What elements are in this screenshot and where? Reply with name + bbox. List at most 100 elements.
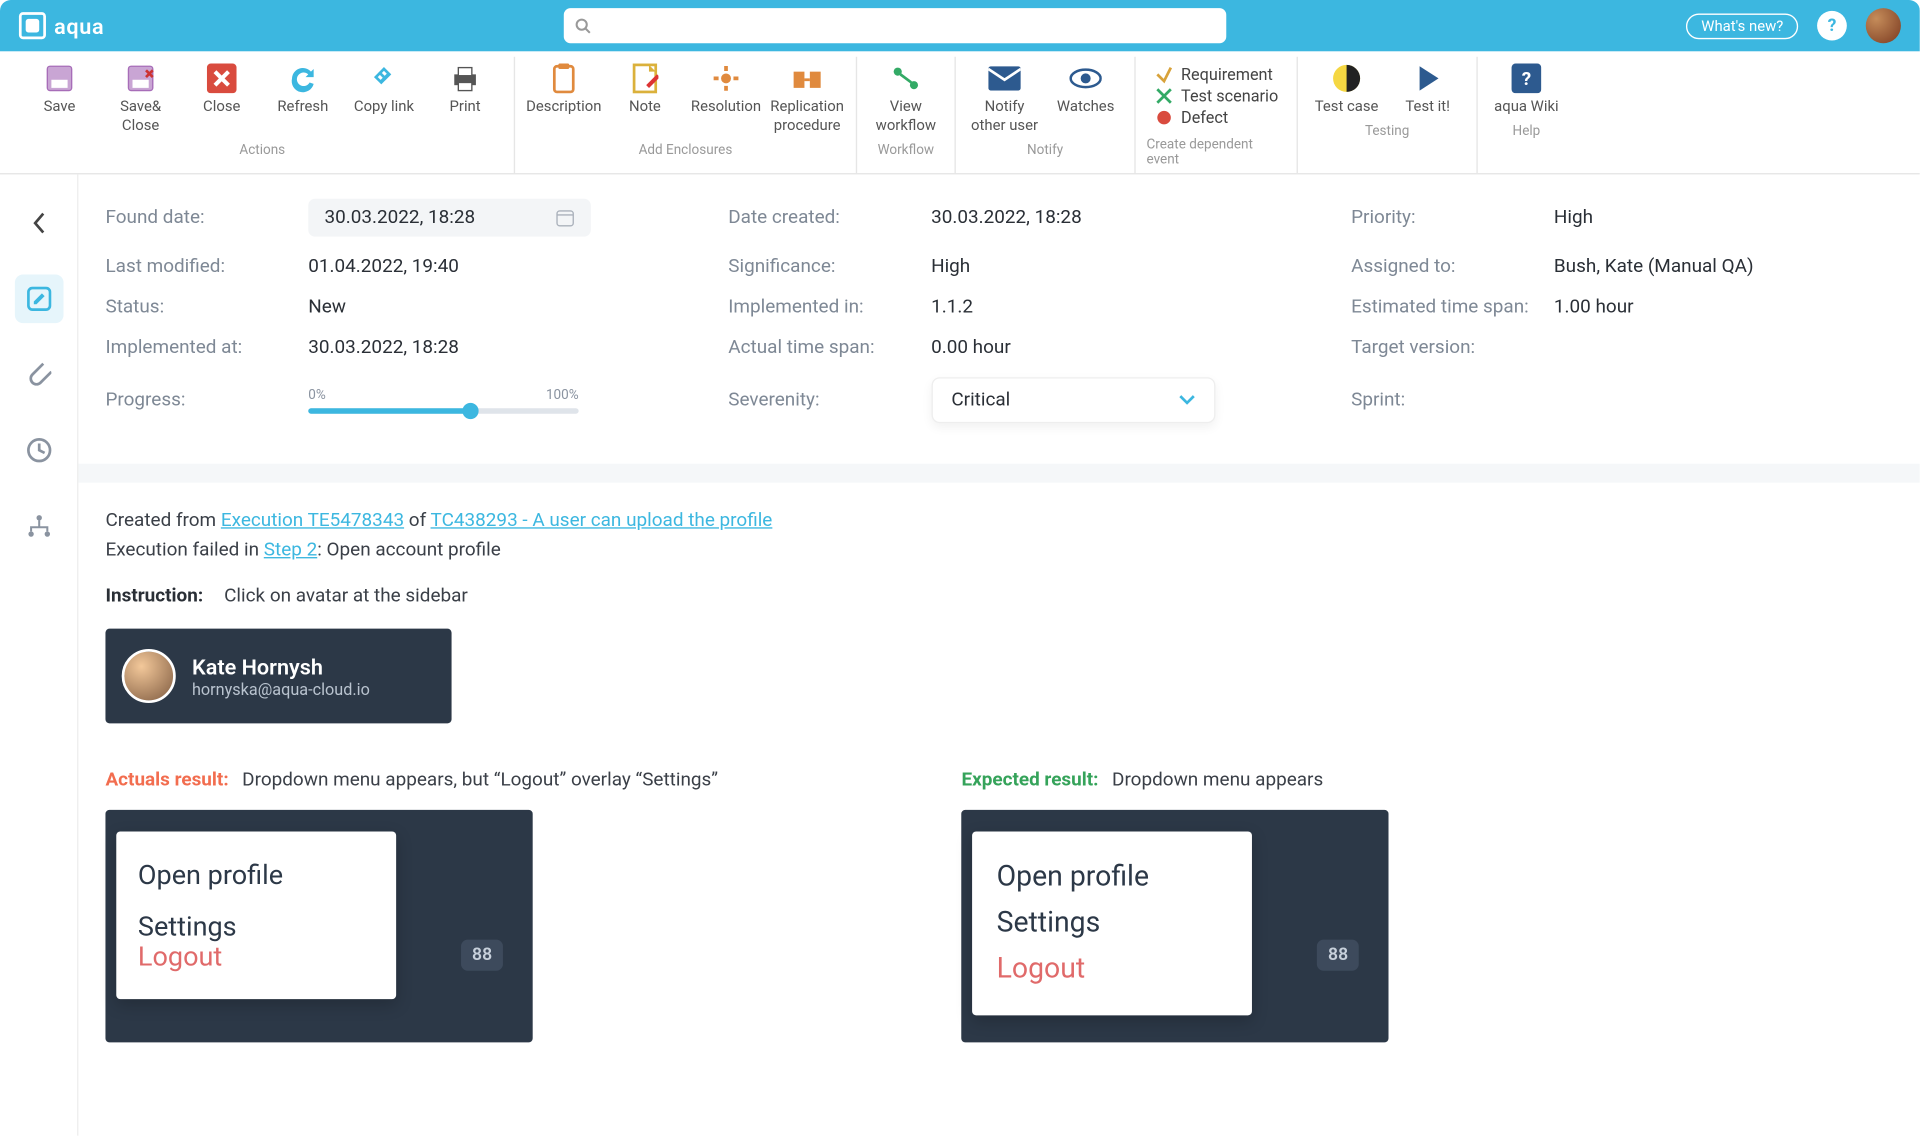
refresh-button[interactable]: Refresh <box>265 57 341 140</box>
whats-new-button[interactable]: What's new? <box>1686 13 1798 39</box>
snippet-name: Kate Hornysh <box>192 654 370 680</box>
view-workflow-button[interactable]: View workflow <box>868 57 944 140</box>
actual-dropdown-snippet: Open profile Settings Logout 88 <box>105 810 532 1043</box>
sprint-label: Sprint: <box>1351 389 1554 411</box>
svg-text:?: ? <box>1522 67 1531 90</box>
requirement-icon <box>1154 65 1173 84</box>
note-icon <box>629 62 661 94</box>
history-tab-icon[interactable] <box>14 426 63 475</box>
significance-value: High <box>931 256 970 278</box>
ribbon-group-enclosures: Description Note Resolution Replication … <box>515 57 857 173</box>
execution-info: Created from Execution TE5478343 of TC43… <box>105 510 1892 1043</box>
edit-tab-icon[interactable] <box>14 274 63 323</box>
instruction-label: Instruction: <box>105 585 203 607</box>
expected-dropdown-snippet: Open profile Settings Logout 88 <box>961 810 1388 1043</box>
chevron-down-icon <box>1178 395 1194 406</box>
logo-icon <box>19 12 46 39</box>
left-sidebar <box>0 174 78 1135</box>
brand-name: aqua <box>54 13 104 39</box>
target-version-label: Target version: <box>1351 337 1554 359</box>
replication-button[interactable]: Replication procedure <box>769 57 845 140</box>
ribbon-group-notify: Notify other user Watches Notify <box>956 57 1136 173</box>
found-date-label: Found date: <box>105 207 308 229</box>
gear-icon <box>710 62 742 94</box>
ribbon-toolbar: Save Save& Close Close Refresh Copy link… <box>0 51 1920 174</box>
status-label: Status: <box>105 296 308 318</box>
save-button[interactable]: Save <box>22 57 98 140</box>
severenity-select[interactable]: Critical <box>931 377 1215 423</box>
play-icon <box>1411 62 1443 94</box>
note-button[interactable]: Note <box>607 57 683 140</box>
expected-result-column: Expected result:Dropdown menu appears Op… <box>961 769 1388 1042</box>
snippet-email: hornyska@aqua-cloud.io <box>192 679 370 698</box>
dep-test-scenario[interactable]: Test scenario <box>1154 87 1278 106</box>
wiki-button[interactable]: ?aqua Wiki <box>1489 57 1565 122</box>
menu-settings: Settings <box>138 910 375 942</box>
actual-label: Actuals result: <box>105 769 228 791</box>
scenario-icon <box>1154 87 1173 106</box>
search-area <box>118 8 1673 43</box>
progress-min: 0% <box>308 387 326 402</box>
notify-user-button[interactable]: Notify other user <box>967 57 1043 140</box>
help-icon[interactable]: ? <box>1817 11 1847 41</box>
implemented-at-value: 30.03.2022, 18:28 <box>308 337 459 359</box>
workflow-icon <box>890 62 922 94</box>
priority-label: Priority: <box>1351 207 1554 229</box>
save-icon <box>43 62 75 94</box>
close-button[interactable]: Close <box>184 57 260 140</box>
save-close-button[interactable]: Save& Close <box>103 57 179 140</box>
print-icon <box>449 62 481 94</box>
brand-logo[interactable]: aqua <box>19 12 104 39</box>
progress-label: Progress: <box>105 389 308 411</box>
expected-label: Expected result: <box>961 769 1098 791</box>
significance-label: Significance: <box>728 256 931 278</box>
date-created-value: 30.03.2022, 18:28 <box>931 207 1082 229</box>
actual-text: Dropdown menu appears, but “Logout” over… <box>242 769 718 791</box>
attachments-tab-icon[interactable] <box>14 350 63 399</box>
user-avatar[interactable] <box>1866 8 1901 43</box>
snippet-avatar <box>122 649 176 703</box>
assigned-to-label: Assigned to: <box>1351 256 1554 278</box>
search-input[interactable] <box>564 8 1226 43</box>
priority-value: High <box>1554 207 1593 229</box>
last-modified-label: Last modified: <box>105 256 308 278</box>
envelope-icon <box>988 62 1020 94</box>
menu-logout: Logout <box>138 940 375 972</box>
menu-logout-2: Logout <box>997 953 1228 985</box>
test-case-button[interactable]: Test case <box>1309 57 1385 122</box>
date-created-label: Date created: <box>728 207 931 229</box>
test-it-button[interactable]: Test it! <box>1390 57 1466 122</box>
hierarchy-tab-icon[interactable] <box>14 502 63 551</box>
implemented-in-label: Implemented in: <box>728 296 931 318</box>
watches-button[interactable]: Watches <box>1048 57 1124 140</box>
execution-link[interactable]: Execution TE5478343 <box>221 510 404 532</box>
found-date-input[interactable]: 30.03.2022, 18:28 <box>308 199 591 237</box>
back-icon[interactable] <box>14 199 63 248</box>
implemented-at-label: Implemented at: <box>105 337 308 359</box>
copy-link-button[interactable]: Copy link <box>346 57 422 140</box>
step-link[interactable]: Step 2 <box>264 539 317 561</box>
clipboard-icon <box>548 62 580 94</box>
ribbon-group-testing: Test case Test it! Testing <box>1298 57 1478 173</box>
ribbon-group-actions: Save Save& Close Close Refresh Copy link… <box>11 57 515 173</box>
dep-defect[interactable]: Defect <box>1154 108 1278 127</box>
instruction-text: Click on avatar at the sidebar <box>224 585 468 607</box>
implemented-in-value: 1.1.2 <box>931 296 973 318</box>
wiki-icon: ? <box>1510 62 1542 94</box>
assigned-to-value: Bush, Kate (Manual QA) <box>1554 256 1754 278</box>
testcase-link[interactable]: TC438293 - A user can upload the profile <box>431 510 773 532</box>
actual-result-column: Actuals result: Dropdown menu appears, bu… <box>105 769 718 1042</box>
resolution-button[interactable]: Resolution <box>688 57 764 140</box>
eye-icon <box>1069 62 1101 94</box>
ribbon-group-help: ?aqua Wiki Help <box>1478 57 1575 173</box>
top-bar: aqua What's new? ? <box>0 0 1920 51</box>
progress-max: 100% <box>546 387 579 402</box>
testcase-icon <box>1330 62 1362 94</box>
progress-slider[interactable] <box>308 408 578 413</box>
menu-open-profile: Open profile <box>138 859 375 891</box>
print-button[interactable]: Print <box>427 57 503 140</box>
refresh-icon <box>287 62 319 94</box>
menu-open-profile-2: Open profile <box>997 861 1228 893</box>
dep-requirement[interactable]: Requirement <box>1154 65 1278 84</box>
description-button[interactable]: Description <box>526 57 602 140</box>
